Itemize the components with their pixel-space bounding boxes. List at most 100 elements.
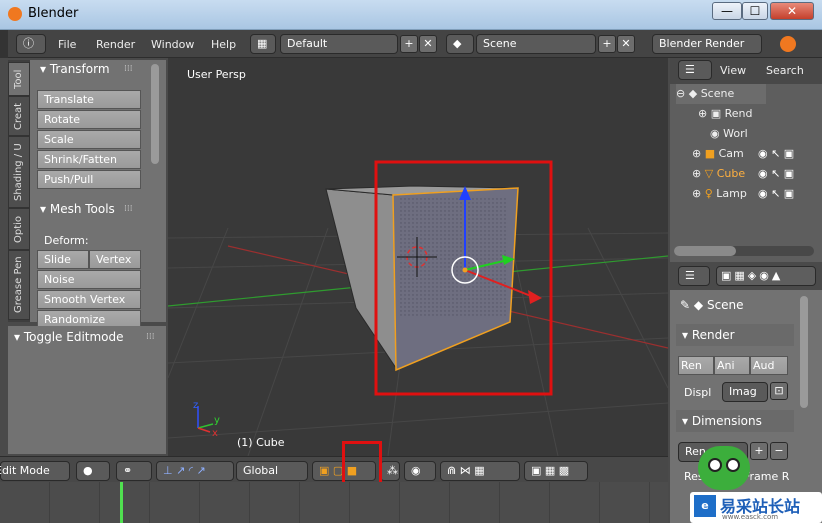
occlude-geometry-button[interactable]: ⁂ [380,461,400,481]
timeline[interactable] [0,482,668,523]
render-engine-select[interactable]: Blender Render [652,34,762,54]
mesh-tools-panel-header[interactable]: ▾ Mesh Tools [40,202,115,216]
info-icon: ⓘ [23,37,34,50]
left-edge [0,30,8,58]
expand-icon[interactable]: ⊕ [692,187,701,200]
layout-icon-button[interactable]: ▦ [250,34,276,54]
outliner-row-label: Rend [724,107,753,120]
outliner-row-render[interactable]: ⊕ ▣ Rend [698,104,753,124]
cube-left-face [325,188,397,370]
outliner-row-cube[interactable]: ⊕ ▽ Cube [692,164,745,184]
layout-field[interactable]: Default [280,34,398,54]
toggle-editmode-header[interactable]: ▾ Toggle Editmode [14,330,124,344]
watermark-url: www.easck.com [722,513,779,521]
blender-logo-icon [8,7,22,21]
shrink-fatten-button[interactable]: Shrink/Fatten [37,150,141,169]
pin-icon[interactable]: ✎ [680,298,690,312]
render-still-button[interactable]: Ren [678,356,714,375]
tab-shading[interactable]: Shading / U [8,136,30,208]
view-label: User Persp [187,68,246,81]
world-icon: ◉ [710,127,720,140]
window-titlebar: Blender — ☐ ✕ [0,0,822,30]
proportional-edit-select[interactable]: ◉ [404,461,436,481]
editor-type-button[interactable]: ⓘ [16,34,46,54]
snap-buttons[interactable]: ⋒ ⋈ ▦ [440,461,520,481]
3d-viewport[interactable]: z y x User Persp (1) Cube [168,58,668,456]
display-select[interactable]: Imag [722,382,768,402]
smooth-vertex-button[interactable]: Smooth Vertex [37,290,141,309]
render-panel-header[interactable]: ▾ Render [676,324,794,346]
tab-options[interactable]: Optio [8,208,30,250]
drag-handle-icon[interactable]: ⁞⁞⁞ [146,332,155,342]
outliner-row-lamp[interactable]: ⊕ ♀ Lamp [692,184,747,204]
scene-field[interactable]: Scene [476,34,596,54]
transform-panel-header[interactable]: ▾ Transform [40,62,110,76]
outliner-view-menu[interactable]: View [720,64,746,77]
layout-add-button[interactable]: + [400,35,418,53]
scene-add-button[interactable]: + [598,35,616,53]
rotate-button[interactable]: Rotate [37,110,141,129]
scrollbar-thumb[interactable] [674,246,736,256]
outliner-search-menu[interactable]: Search [766,64,804,77]
occlude-icon: ⁂ [387,464,398,477]
tab-grease-pencil[interactable]: Grease Pen [8,250,30,320]
render-animation-button[interactable]: Ani [714,356,750,375]
viewport-shading-select[interactable]: ● [76,461,110,481]
lock-icon[interactable]: ⊡ [770,382,788,400]
orientation-select[interactable]: Global [236,461,308,481]
pivot-select[interactable]: ⚭ [116,461,152,481]
scene-remove-button[interactable]: ✕ [617,35,635,53]
drag-handle-icon[interactable]: ⁞⁞⁞ [124,64,133,74]
visibility-eye-icon[interactable]: ◉ ↖ ▣ [758,168,794,180]
drag-handle-icon[interactable]: ⁞⁞⁞ [124,204,133,214]
render-layer-icon: ▣ [710,107,722,120]
outliner-editor-type-button[interactable]: ☰ [678,60,712,80]
visibility-eye-icon[interactable]: ◉ ↖ ▣ [758,148,794,160]
menu-window[interactable]: Window [151,38,194,51]
tab-create[interactable]: Creat [8,96,30,136]
viewport-canvas[interactable]: z y x [168,58,668,456]
visibility-eye-icon[interactable]: ◉ ↖ ▣ [758,188,794,200]
outliner-row-world[interactable]: ◉ Worl [710,124,748,144]
maximize-button[interactable]: ☐ [742,2,768,20]
properties-editor-type-button[interactable]: ☰ [678,266,710,286]
axis-x-label: x [212,428,218,439]
properties-context-tabs[interactable]: ▣▦◈◉▲ [716,266,816,286]
3d-view-header: Edit Mode ● ⚭ ⊥ ↗ ◜ ↗ Global ▣ ▢ ■ ⁂ ◉ ⋒… [0,456,668,482]
menu-file[interactable]: File [58,38,76,51]
manipulator-buttons[interactable]: ⊥ ↗ ◜ ↗ [156,461,234,481]
outliner-row-scene[interactable]: ⊖ ◆ Scene [676,84,766,104]
info-header: ⓘ File Render Window Help ▦ Default + ✕ … [0,30,822,58]
axis-gizmo: z y x [193,400,220,439]
render-audio-button[interactable]: Aud [750,356,788,375]
layout-remove-button[interactable]: ✕ [419,35,437,53]
scale-button[interactable]: Scale [37,130,141,149]
scene-context-path: ✎ ◆ Scene [680,298,744,312]
vertex-slide-button[interactable]: Vertex [89,250,141,269]
watermark: e 易采站长站 www.easck.com [676,440,822,523]
toggle-editmode-label: Toggle Editmode [23,330,124,344]
slide-edge-button[interactable]: Slide Ed [37,250,89,283]
properties-scrollbar[interactable] [800,296,808,408]
render-buttons[interactable]: ▣ ▦ ▩ [524,461,588,481]
outliner-row-camera[interactable]: ⊕ ■ Cam [692,144,744,164]
expand-icon[interactable]: ⊕ [692,147,701,160]
expand-icon[interactable]: ⊕ [692,167,701,180]
menu-render[interactable]: Render [96,38,135,51]
toolshelf-scrollbar[interactable] [151,64,159,164]
menu-help[interactable]: Help [211,38,236,51]
tab-tool[interactable]: Tool [8,62,30,96]
translate-button[interactable]: Translate [37,90,141,109]
close-button[interactable]: ✕ [770,2,814,20]
scene-icon-button[interactable]: ◆ [446,34,474,54]
manipulator-icon: ⊥ ↗ ◜ ↗ [163,464,206,477]
expand-icon[interactable]: ⊕ [698,107,707,120]
mode-select[interactable]: Edit Mode [0,461,70,481]
collapse-icon[interactable]: ⊖ [676,87,685,100]
push-pull-button[interactable]: Push/Pull [37,170,141,189]
noise-button[interactable]: Noise [37,270,141,289]
selected-face-dots [398,198,508,318]
dimensions-panel-header[interactable]: ▾ Dimensions [676,410,794,432]
minimize-button[interactable]: — [712,2,742,20]
outliner-h-scrollbar[interactable] [674,246,814,256]
